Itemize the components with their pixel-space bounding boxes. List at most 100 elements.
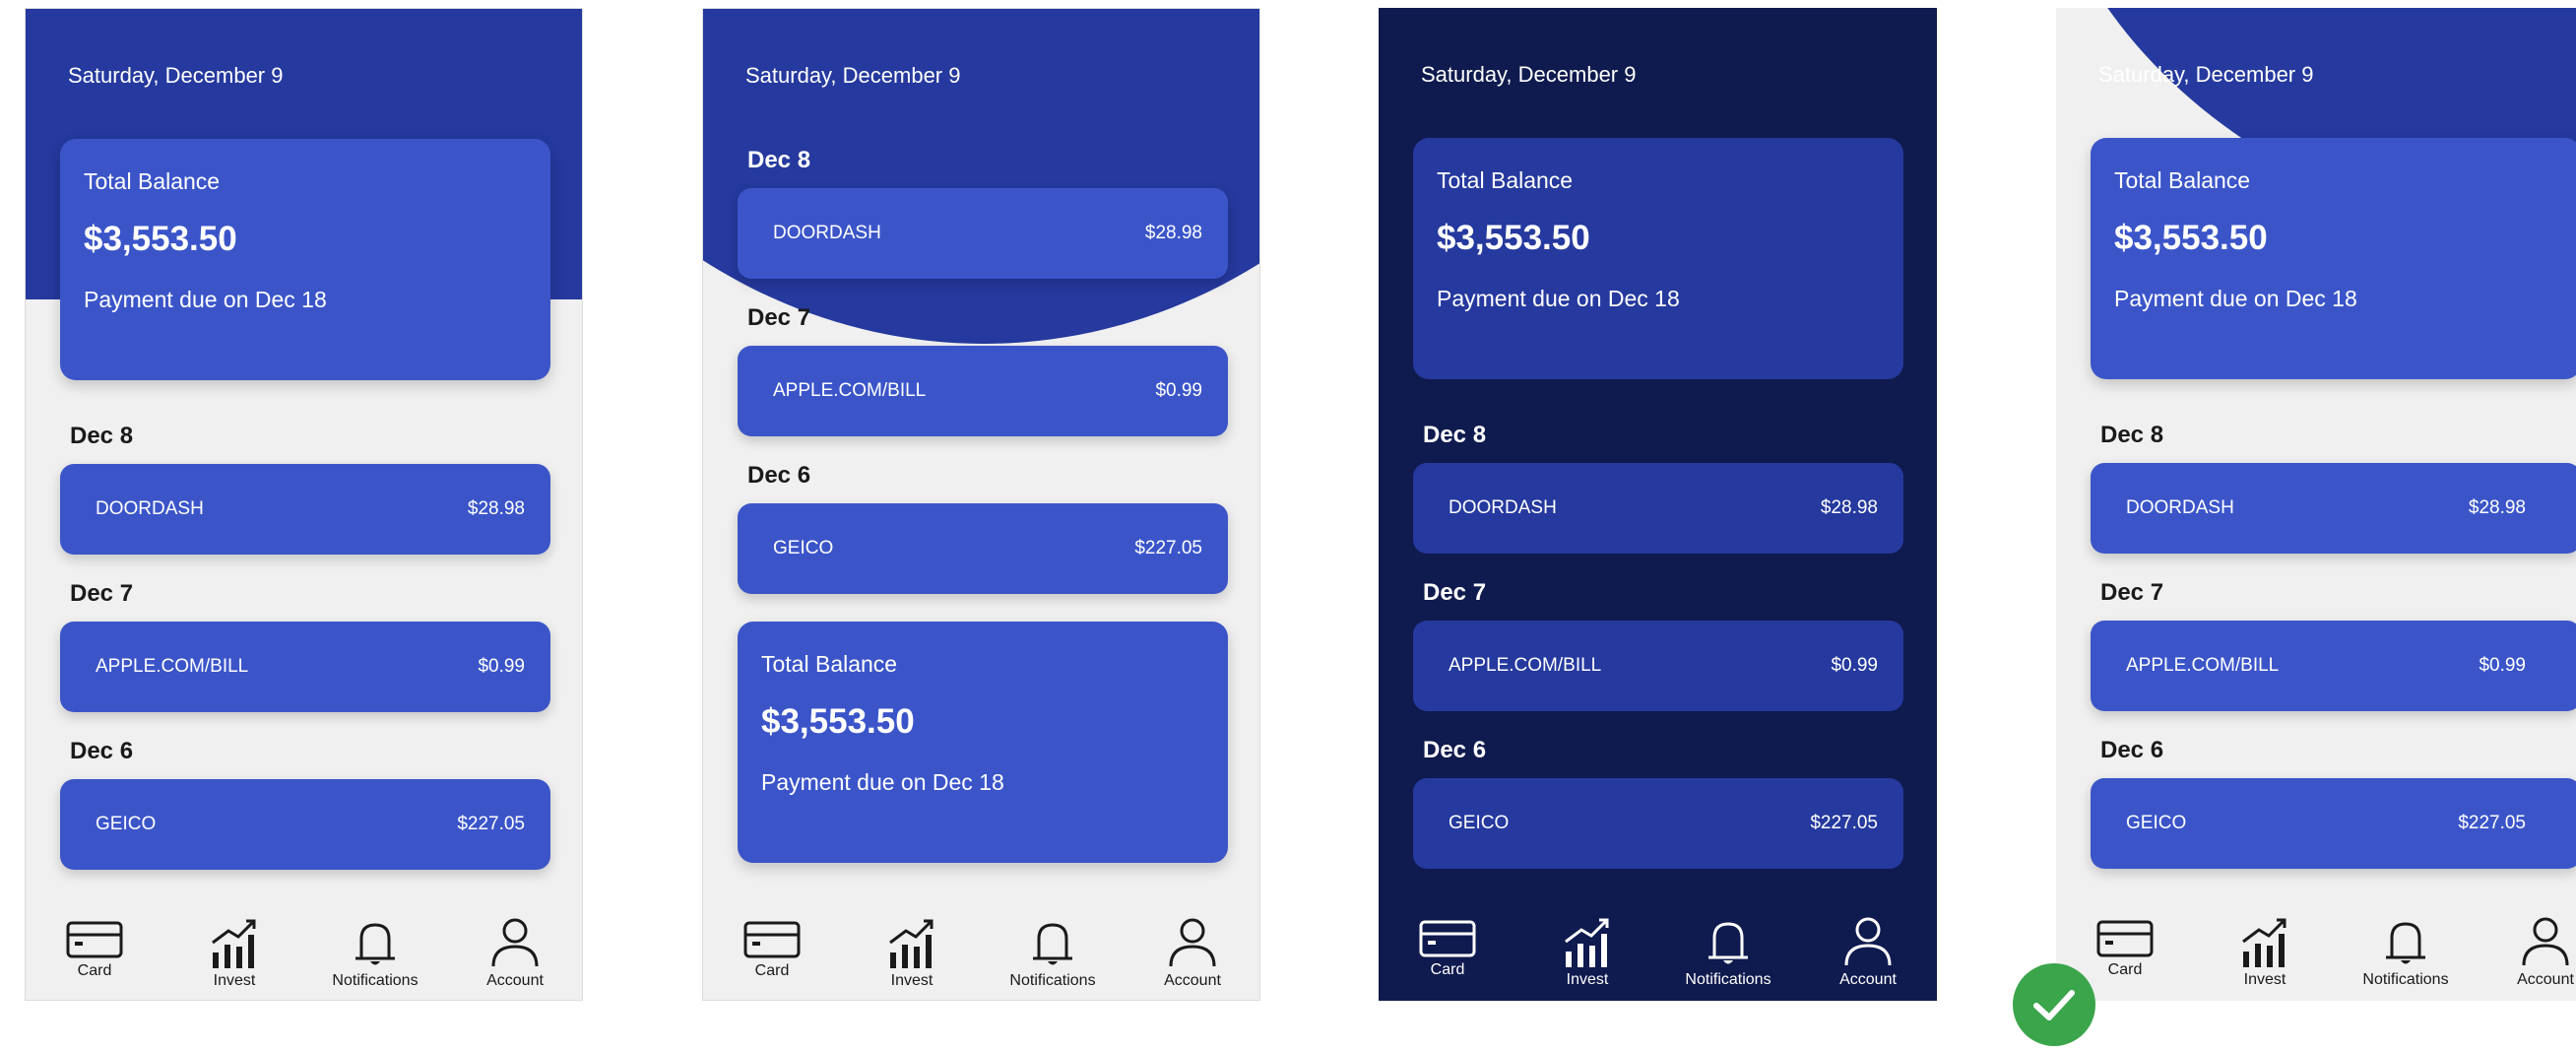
transaction-card[interactable]: APPLE.COM/BILL $0.99 (1413, 621, 1903, 711)
merchant-name: GEICO (96, 814, 157, 834)
transaction-card[interactable]: DOORDASH $28.98 (2091, 463, 2576, 554)
merchant-name: DOORDASH (773, 223, 881, 243)
nav-label: Invest (1566, 971, 1609, 988)
account-person-icon (491, 918, 539, 967)
nav-notifications[interactable]: Notifications (1669, 914, 1787, 989)
transaction-amount: $28.98 (2468, 497, 2526, 518)
design-variant-4[interactable]: Saturday, December 9 Total Balance $3,55… (2056, 8, 2576, 1001)
nav-label: Notifications (1685, 971, 1771, 988)
transaction-card[interactable]: GEICO $227.05 (1413, 778, 1903, 869)
nav-notifications[interactable]: Notifications (2347, 914, 2465, 989)
nav-invest[interactable]: Invest (853, 915, 971, 990)
nav-account[interactable]: Account (2486, 914, 2576, 989)
transaction-amount: $227.05 (1810, 813, 1878, 833)
day-label: Dec 8 (2100, 422, 2164, 448)
merchant-name: GEICO (773, 538, 834, 558)
transaction-amount: $227.05 (2458, 813, 2526, 833)
bell-icon (1033, 923, 1072, 965)
transaction-card[interactable]: APPLE.COM/BILL $0.99 (2091, 621, 2576, 711)
transaction-card[interactable]: GEICO $227.05 (738, 503, 1228, 594)
design-variant-1[interactable]: Saturday, December 9 Total Balance $3,55… (25, 8, 583, 1001)
date-label: Saturday, December 9 (1421, 62, 1637, 87)
transaction-amount: $0.99 (1831, 655, 1878, 676)
transaction-card[interactable]: DOORDASH $28.98 (738, 188, 1228, 279)
nav-card[interactable]: Card (35, 915, 154, 980)
transaction-card[interactable]: DOORDASH $28.98 (1413, 463, 1903, 554)
merchant-name: DOORDASH (2126, 497, 2234, 518)
nav-label: Invest (213, 972, 256, 989)
card-icon (2096, 920, 2154, 957)
merchant-name: GEICO (1449, 813, 1510, 833)
payment-due-text: Payment due on Dec 18 (84, 287, 327, 312)
nav-account[interactable]: Account (1133, 915, 1252, 990)
balance-amount: $3,553.50 (2114, 219, 2268, 257)
card-icon (743, 921, 801, 958)
total-balance-card[interactable]: Total Balance $3,553.50 Payment due on D… (2091, 138, 2576, 379)
bell-icon (355, 923, 395, 965)
account-person-icon (1844, 917, 1892, 966)
selected-check-badge (2013, 963, 2095, 1046)
payment-due-text: Payment due on Dec 18 (2114, 286, 2357, 311)
nav-notifications[interactable]: Notifications (316, 915, 434, 990)
nav-invest[interactable]: Invest (2206, 914, 2324, 989)
bell-icon (1708, 922, 1748, 964)
transaction-amount: $28.98 (1144, 223, 1202, 243)
day-label: Dec 6 (2100, 737, 2164, 763)
transaction-amount: $0.99 (2479, 655, 2526, 676)
transaction-amount: $0.99 (478, 656, 525, 677)
nav-label: Invest (890, 972, 934, 989)
total-balance-card[interactable]: Total Balance $3,553.50 Payment due on D… (60, 139, 550, 380)
invest-chart-icon (212, 919, 256, 968)
day-label: Dec 8 (70, 423, 134, 449)
bell-icon (2386, 922, 2425, 964)
nav-label: Notifications (332, 972, 419, 989)
design-variant-2[interactable]: Saturday, December 9 Dec 8 DOORDASH $28.… (702, 8, 1260, 1001)
day-label: Dec 6 (747, 462, 811, 489)
transaction-card[interactable]: APPLE.COM/BILL $0.99 (60, 622, 550, 712)
total-balance-card[interactable]: Total Balance $3,553.50 Payment due on D… (1413, 138, 1903, 379)
account-person-icon (1169, 918, 1216, 967)
account-person-icon (2522, 917, 2569, 966)
invest-chart-icon (889, 919, 934, 968)
nav-label: Account (486, 972, 544, 989)
transaction-amount: $28.98 (1820, 497, 1878, 518)
bottom-nav: Card Invest Notifications Account (703, 915, 1259, 1000)
checkmark-icon (2033, 990, 2075, 1020)
day-label: Dec 6 (70, 738, 134, 764)
total-balance-card[interactable]: Total Balance $3,553.50 Payment due on D… (738, 622, 1228, 863)
day-label: Dec 7 (1423, 579, 1487, 606)
card-icon (66, 921, 123, 958)
date-label: Saturday, December 9 (2098, 62, 2314, 87)
day-label: Dec 8 (747, 147, 811, 173)
design-variant-3[interactable]: Saturday, December 9 Total Balance $3,55… (1379, 8, 1937, 1001)
nav-label: Notifications (1009, 972, 1096, 989)
transaction-card[interactable]: GEICO $227.05 (60, 779, 550, 870)
nav-account[interactable]: Account (1809, 914, 1927, 989)
nav-account[interactable]: Account (456, 915, 574, 990)
transaction-amount: $0.99 (1155, 380, 1202, 401)
invest-chart-icon (1565, 918, 1609, 967)
nav-label: Account (2517, 971, 2574, 988)
card-icon (1419, 920, 1476, 957)
transaction-card[interactable]: DOORDASH $28.98 (60, 464, 550, 555)
transaction-amount: $28.98 (467, 498, 525, 519)
balance-label: Total Balance (2114, 167, 2251, 193)
nav-notifications[interactable]: Notifications (994, 915, 1112, 990)
nav-card[interactable]: Card (713, 915, 831, 980)
nav-label: Account (1164, 972, 1221, 989)
merchant-name: APPLE.COM/BILL (2126, 655, 2280, 676)
merchant-name: APPLE.COM/BILL (96, 656, 249, 677)
payment-due-text: Payment due on Dec 18 (761, 769, 1004, 795)
date-label: Saturday, December 9 (745, 63, 961, 88)
bottom-nav: Card Invest Notifications Account (2056, 914, 2576, 1001)
balance-amount: $3,553.50 (761, 702, 915, 741)
nav-invest[interactable]: Invest (175, 915, 293, 990)
transaction-card[interactable]: GEICO $227.05 (2091, 778, 2576, 869)
merchant-name: APPLE.COM/BILL (773, 380, 927, 401)
transaction-card[interactable]: APPLE.COM/BILL $0.99 (738, 346, 1228, 436)
nav-card[interactable]: Card (1388, 914, 1507, 979)
day-label: Dec 8 (1423, 422, 1487, 448)
bottom-nav: Card Invest Notifications Account (1379, 914, 1937, 1001)
balance-amount: $3,553.50 (1437, 219, 1590, 257)
nav-invest[interactable]: Invest (1528, 914, 1646, 989)
